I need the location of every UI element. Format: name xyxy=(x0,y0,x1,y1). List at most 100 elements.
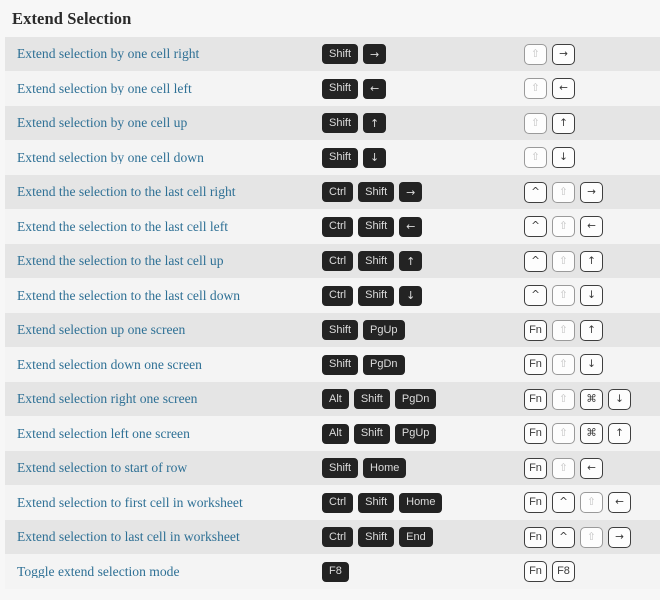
table-row[interactable]: Extend selection to last cell in workshe… xyxy=(5,519,660,555)
shortcut-description-link[interactable]: Extend selection by one cell down xyxy=(5,151,322,165)
key-shift-win: Shift xyxy=(353,389,390,410)
key-pgdn-win: PgDn xyxy=(394,389,437,410)
table-row[interactable]: Extend selection up one screen Shift PgUp F… xyxy=(5,312,660,348)
mac-shortcut-keys: ⇧ ← xyxy=(524,78,660,100)
shift-symbol-icon-mac: ⇧ xyxy=(524,147,547,169)
arrow-down-icon-mac: ↓ xyxy=(580,354,603,376)
mac-shortcut-keys: Fn ⇧ ⌘ ↑ xyxy=(524,423,660,445)
table-row[interactable]: Extend selection to start of row Shift Hom… xyxy=(5,450,660,486)
mac-shortcut-keys: Fn ⇧ ⌘ ↓ xyxy=(524,388,660,410)
mac-shortcut-keys: Fn ^ ⇧ → xyxy=(524,526,660,548)
control-symbol-icon-mac: ^ xyxy=(524,216,547,238)
table-row[interactable]: Extend selection by one cell up Shift ↑ ⇧ ↑ xyxy=(5,105,660,141)
shortcut-description-link[interactable]: Extend selection to last cell in workshe… xyxy=(5,530,322,544)
key-ctrl-win: Ctrl xyxy=(322,251,354,272)
windows-shortcut-keys: Shift → xyxy=(322,44,524,65)
shortcut-description-link[interactable]: Toggle extend selection mode xyxy=(5,565,322,579)
windows-shortcut-keys: Ctrl Shift ↓ xyxy=(322,285,524,306)
key-shift-win: Shift xyxy=(358,492,395,513)
table-row[interactable]: Extend selection by one cell down Shift ↓ ⇧… xyxy=(5,140,660,175)
key-home-win: Home xyxy=(399,492,443,513)
key-shift-win: Shift xyxy=(322,44,359,65)
key-shift-win: Shift xyxy=(322,458,359,479)
arrow-up-icon-mac: ↑ xyxy=(608,423,631,445)
table-row[interactable]: Extend selection by one cell left Shift ← ⇧… xyxy=(5,71,660,106)
shortcut-description-link[interactable]: Extend selection to start of row xyxy=(5,461,322,475)
windows-shortcut-keys: Shift PgUp xyxy=(322,320,524,341)
key-fn-mac: Fn xyxy=(524,492,547,514)
arrow-left-icon-mac: ← xyxy=(608,492,631,514)
table-row[interactable]: Extend the selection to the last cell ri… xyxy=(5,174,660,210)
shift-symbol-icon-mac: ⇧ xyxy=(552,423,575,445)
key-pgup-win: PgUp xyxy=(363,320,405,341)
table-row[interactable]: Extend the selection to the last cell do… xyxy=(5,278,660,313)
command-symbol-icon-mac: ⌘ xyxy=(580,423,603,445)
mac-shortcut-keys: ⇧ ↓ xyxy=(524,147,660,169)
shift-symbol-icon-mac: ⇧ xyxy=(552,354,575,376)
arrow-left-icon-mac: ← xyxy=(580,216,603,238)
table-row[interactable]: Toggle extend selection mode F8 Fn F8 xyxy=(5,554,660,589)
shift-symbol-icon-mac: ⇧ xyxy=(580,492,603,514)
table-row[interactable]: Extend the selection to the last cell le… xyxy=(5,209,660,244)
control-symbol-icon-mac: ^ xyxy=(524,250,547,272)
key-fn-mac: Fn xyxy=(524,423,547,445)
arrow-right-icon-mac: → xyxy=(580,181,603,203)
shortcut-description-link[interactable]: Extend selection by one cell left xyxy=(5,82,322,96)
key-pgdn-win: PgDn xyxy=(363,354,405,375)
arrow-right-icon-mac: → xyxy=(608,526,631,548)
table-row[interactable]: Extend selection left one screen Alt Shift… xyxy=(5,416,660,451)
key-fn-mac: Fn xyxy=(524,354,547,376)
arrow-left-icon-win: ← xyxy=(399,216,423,237)
key-shift-win: Shift xyxy=(358,216,395,237)
shortcut-description-link[interactable]: Extend selection down one screen xyxy=(5,358,322,372)
shortcut-description-link[interactable]: Extend selection by one cell right xyxy=(5,47,322,61)
shortcut-description-link[interactable]: Extend the selection to the last cell ri… xyxy=(5,185,322,199)
mac-shortcut-keys: ^ ⇧ → xyxy=(524,181,660,203)
key-ctrl-win: Ctrl xyxy=(322,285,354,306)
control-symbol-icon-mac: ^ xyxy=(524,181,547,203)
table-row[interactable]: Extend selection down one screen Shift PgD… xyxy=(5,347,660,382)
key-shift-win: Shift xyxy=(322,113,359,134)
windows-shortcut-keys: Shift PgDn xyxy=(322,354,524,375)
shift-symbol-icon-mac: ⇧ xyxy=(580,526,603,548)
windows-shortcut-keys: Ctrl Shift → xyxy=(322,182,524,203)
shortcut-description-link[interactable]: Extend selection to first cell in worksh… xyxy=(5,496,322,510)
key-f8-win: F8 xyxy=(322,561,349,582)
table-row[interactable]: Extend the selection to the last cell up… xyxy=(5,243,660,279)
key-fn-mac: Fn xyxy=(524,561,547,583)
key-shift-win: Shift xyxy=(322,320,359,341)
shortcut-description-link[interactable]: Extend the selection to the last cell le… xyxy=(5,220,322,234)
mac-shortcut-keys: ^ ⇧ ↑ xyxy=(524,250,660,272)
key-fn-mac: Fn xyxy=(524,526,547,548)
table-row[interactable]: Extend selection to first cell in worksh… xyxy=(5,485,660,520)
arrow-down-icon-mac: ↓ xyxy=(552,147,575,169)
key-pgup-win: PgUp xyxy=(394,423,437,444)
shortcut-table: Extend selection by one cell right Shift →… xyxy=(5,36,660,589)
shift-symbol-icon-mac: ⇧ xyxy=(524,78,547,100)
shift-symbol-icon-mac: ⇧ xyxy=(552,285,575,307)
key-shift-win: Shift xyxy=(358,251,395,272)
shortcut-description-link[interactable]: Extend the selection to the last cell do… xyxy=(5,289,322,303)
key-fn-mac: Fn xyxy=(524,457,547,479)
key-shift-win: Shift xyxy=(358,527,395,548)
shortcut-description-link[interactable]: Extend selection up one screen xyxy=(5,323,322,337)
shortcut-description-link[interactable]: Extend selection by one cell up xyxy=(5,116,322,130)
mac-shortcut-keys: Fn ⇧ ↓ xyxy=(524,354,660,376)
shortcut-description-link[interactable]: Extend selection left one screen xyxy=(5,427,322,441)
table-row[interactable]: Extend selection right one screen Alt Shif… xyxy=(5,381,660,417)
mac-shortcut-keys: Fn ⇧ ← xyxy=(524,457,660,479)
shift-symbol-icon-mac: ⇧ xyxy=(552,216,575,238)
shift-symbol-icon-mac: ⇧ xyxy=(552,457,575,479)
arrow-right-icon-mac: → xyxy=(552,43,575,65)
shortcut-description-link[interactable]: Extend the selection to the last cell up xyxy=(5,254,322,268)
windows-shortcut-keys: Alt Shift PgDn xyxy=(322,389,524,410)
arrow-up-icon-win: ↑ xyxy=(363,113,387,134)
key-shift-win: Shift xyxy=(358,285,395,306)
mac-shortcut-keys: ^ ⇧ ← xyxy=(524,216,660,238)
arrow-left-icon-mac: ← xyxy=(580,457,603,479)
key-ctrl-win: Ctrl xyxy=(322,182,354,203)
table-row[interactable]: Extend selection by one cell right Shift →… xyxy=(5,36,660,72)
control-symbol-icon-mac: ^ xyxy=(552,526,575,548)
shift-symbol-icon-mac: ⇧ xyxy=(524,43,547,65)
shortcut-description-link[interactable]: Extend selection right one screen xyxy=(5,392,322,406)
